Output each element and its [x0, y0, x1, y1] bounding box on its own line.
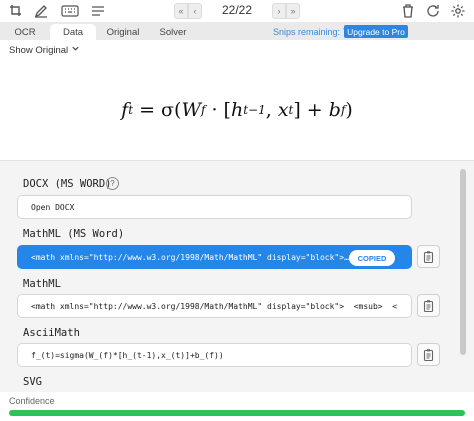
copy-asciimath-button[interactable]	[417, 343, 440, 366]
keyboard-icon[interactable]	[61, 3, 79, 19]
toolbar: « ‹ 22/22 › »	[0, 0, 474, 22]
formula-plus: ] +	[293, 99, 329, 121]
formula-mid: · [	[205, 99, 231, 121]
tab-bar: OCR Data Original Solver Snips remaining…	[0, 22, 474, 40]
mathml-field[interactable]: <math xmlns="http://www.w3.org/1998/Math…	[17, 294, 412, 318]
mathml-text: <math xmlns="http://www.w3.org/1998/Math…	[31, 301, 398, 311]
menu-icon[interactable]	[90, 3, 106, 19]
mathml-word-label: MathML (MS Word)	[23, 228, 125, 240]
mathml-word-field[interactable]: <math xmlns="http://www.w3.org/1998/Math…	[17, 245, 412, 269]
first-page-button[interactable]: «	[174, 3, 188, 19]
show-original-label: Show Original	[9, 44, 69, 56]
formula-comma: ,	[265, 99, 278, 121]
confidence-bar	[9, 410, 465, 416]
tab-ocr[interactable]: OCR	[10, 24, 40, 40]
formula-w: W	[181, 99, 201, 121]
chevron-down-icon	[71, 44, 80, 56]
output-panel: DOCX (MS WORD) ? Open DOCX MathML (MS Wo…	[0, 160, 474, 392]
docx-label: DOCX (MS WORD)	[23, 178, 112, 190]
prev-page-button[interactable]: ‹	[188, 3, 202, 19]
formula-h-sub: t−1	[243, 103, 266, 117]
formula-b: b	[328, 99, 341, 121]
help-icon[interactable]: ?	[106, 177, 119, 190]
next-page-button[interactable]: ›	[272, 3, 286, 19]
tab-label: Solver	[159, 26, 187, 38]
trash-icon[interactable]	[400, 3, 416, 19]
asciimath-field[interactable]: f_(t)=sigma(W_(f)*[h_(t-1),x_(t)]+b_(f))	[17, 343, 412, 367]
pager: « ‹	[174, 2, 202, 20]
svg-label: SVG	[23, 376, 42, 388]
tab-solver[interactable]: Solver	[152, 24, 194, 40]
tab-original[interactable]: Original	[102, 24, 144, 40]
copy-mathml-button[interactable]	[417, 294, 440, 317]
formula-lhs: f	[121, 99, 129, 121]
pen-icon[interactable]	[33, 3, 49, 19]
tab-label: OCR	[14, 26, 36, 38]
formula-h: h	[230, 99, 244, 121]
copy-mathml-word-button[interactable]	[417, 245, 440, 268]
tab-label: Original	[106, 26, 140, 38]
formula-eq: = σ(	[133, 99, 182, 121]
upgrade-button[interactable]: Upgrade to Pro	[344, 25, 408, 38]
tab-data[interactable]: Data	[50, 24, 96, 40]
show-original-toggle[interactable]: Show Original	[9, 44, 80, 56]
page-indicator: 22/22	[222, 3, 253, 17]
snips-remaining: Snips remaining: 7	[273, 27, 348, 37]
tab-label: Data	[62, 26, 84, 38]
last-page-button[interactable]: »	[286, 3, 300, 19]
formula-close: )	[345, 99, 353, 121]
crop-icon[interactable]	[8, 3, 24, 19]
rendered-formula: ft = σ(Wf · [h t−1, x t] + b f)	[0, 60, 474, 160]
docx-open-text: Open DOCX	[31, 202, 75, 212]
clipboard-icon	[423, 299, 433, 312]
mathml-word-text: <math xmlns="http://www.w3.org/1998/Math…	[31, 252, 349, 262]
docx-open-field[interactable]: Open DOCX	[17, 195, 412, 219]
asciimath-label: AsciiMath	[23, 327, 80, 339]
refresh-icon[interactable]	[425, 3, 441, 19]
pager-right: › »	[272, 2, 300, 20]
clipboard-icon	[423, 348, 433, 361]
asciimath-text: f_(t)=sigma(W_(f)*[h_(t-1),x_(t)]+b_(f))	[31, 350, 224, 360]
copied-badge: COPIED	[349, 250, 395, 266]
confidence-bar-fill	[9, 410, 465, 416]
formula-x: x	[277, 99, 289, 121]
mathml-label: MathML	[23, 278, 61, 290]
scrollbar[interactable]	[460, 169, 466, 355]
clipboard-icon	[423, 250, 433, 263]
confidence-label: Confidence	[9, 396, 55, 406]
gear-icon[interactable]	[450, 3, 466, 19]
